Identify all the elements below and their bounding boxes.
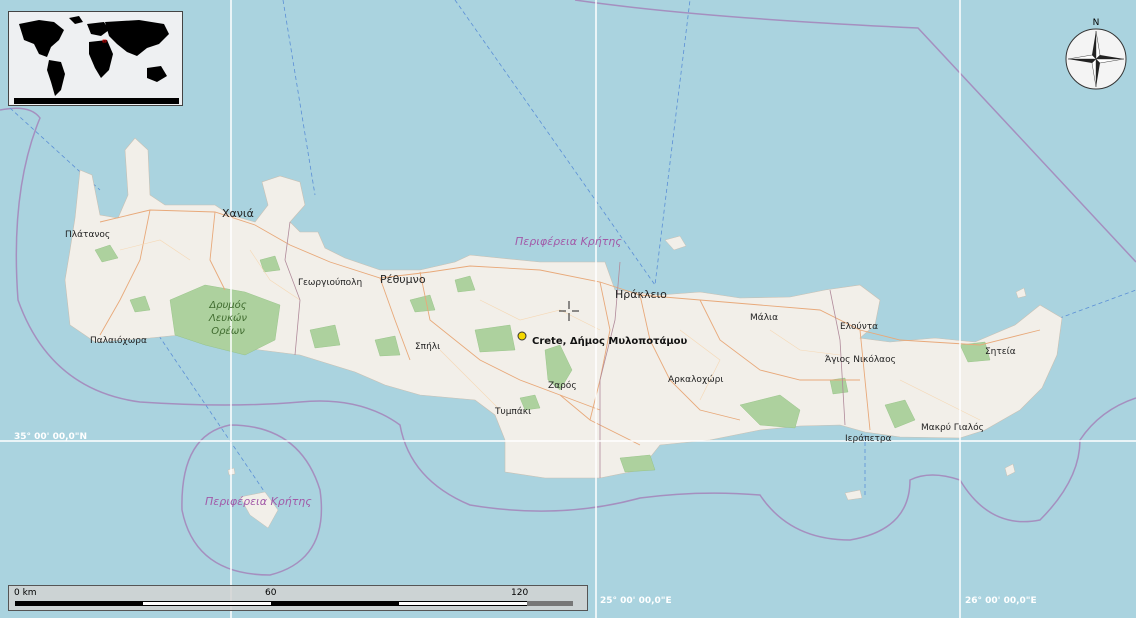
city-label: Τυμπάκι <box>494 407 531 417</box>
city-label: Ιεράπετρα <box>845 434 892 444</box>
city-label: Ελούντα <box>840 321 878 332</box>
city-label: Άγιος Νικόλαος <box>825 354 896 365</box>
compass-icon: N <box>1065 18 1127 90</box>
latitude-label: 35° 00' 00,0"N <box>14 432 87 442</box>
city-label: Σητεία <box>985 347 1016 357</box>
compass-north-label: N <box>1093 18 1100 28</box>
city-label: Γεωργιούπολη <box>298 277 362 288</box>
scale-segment <box>15 601 143 606</box>
city-label: Αρκαλοχώρι <box>668 374 723 385</box>
city-label: Ζαρός <box>548 380 577 391</box>
city-label: Χανιά <box>222 207 254 220</box>
location-marker-label: Crete, Δήμος Μυλοποτάμου <box>532 335 688 347</box>
city-label: Μακρύ Γιαλός <box>921 422 984 433</box>
scale-bar: 0 km 60 120 <box>8 585 588 611</box>
scale-segment <box>527 601 573 606</box>
region-label: Περιφέρεια Κρήτης <box>205 495 312 508</box>
location-marker[interactable] <box>517 331 527 341</box>
longitude-label: 25° 00' 00,0"E <box>600 596 672 606</box>
compass-rose: N <box>1064 16 1128 92</box>
overview-map[interactable] <box>8 11 183 106</box>
world-map-icon <box>9 12 182 105</box>
city-label: Μάλια <box>750 313 778 323</box>
forest-label: Ορέων <box>211 325 245 337</box>
scale-label-0: 0 km <box>14 588 37 598</box>
city-label: Ρέθυμνο <box>380 273 426 286</box>
city-label: Σπήλι <box>415 342 440 352</box>
city-label: Παλαιόχωρα <box>90 335 147 346</box>
city-label: Πλάτανος <box>65 230 110 240</box>
scale-label-60: 60 <box>265 588 277 598</box>
forest-label: Δρυμός <box>208 299 246 311</box>
scale-segment <box>271 601 399 606</box>
city-label: Ηράκλειο <box>615 288 667 301</box>
scale-segment <box>143 601 271 606</box>
region-label: Περιφέρεια Κρήτης <box>515 235 622 248</box>
forest-label: Λευκών <box>208 312 247 324</box>
scale-label-120: 120 <box>511 588 529 598</box>
scale-segment <box>399 601 527 606</box>
longitude-label: 26° 00' 00,0"E <box>965 596 1037 606</box>
